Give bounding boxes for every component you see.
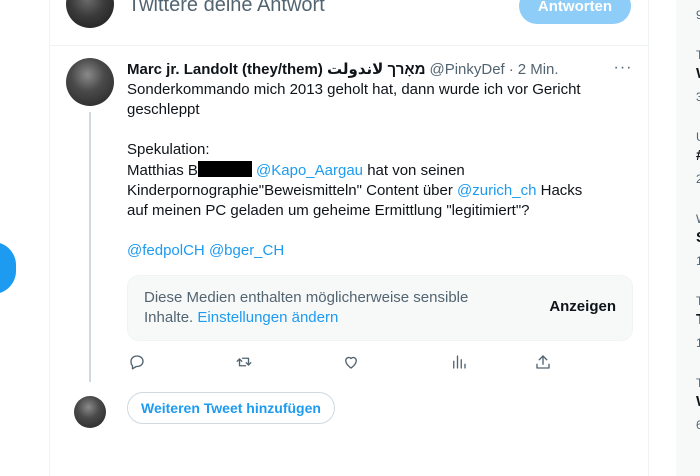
tweet-line: @fedpolCH @bger_CH — [127, 241, 607, 261]
trend-item[interactable]: # — [696, 147, 700, 164]
like-icon[interactable] — [341, 352, 361, 372]
add-tweet-button[interactable]: Weiteren Tweet hinzufügen — [127, 392, 335, 424]
redaction-bar — [197, 160, 252, 177]
text-span: hat von seinen — [363, 161, 465, 179]
settings-link[interactable]: Einstellungen ändern — [197, 309, 338, 326]
mention-link[interactable]: @fedpolCH — [127, 242, 205, 259]
author-avatar[interactable] — [66, 58, 114, 106]
sensitive-text: Diese Medien enthalten möglicherweise se… — [144, 288, 514, 328]
more-icon[interactable]: ··· — [613, 58, 633, 78]
thread-line — [89, 112, 91, 382]
trends-sidebar: 9 T W 3 U # 2 W S 1 T T 1 T W 6 — [676, 0, 700, 476]
trend-meta: T — [696, 376, 700, 390]
floating-action-button[interactable] — [0, 242, 16, 294]
tweet-line: Matthias B @Kapo_Aargau hat von seinen — [127, 160, 607, 181]
trend-meta: 1 — [696, 336, 700, 350]
trend-item[interactable]: T — [696, 311, 700, 328]
trend-meta: 2 — [696, 172, 700, 186]
trend-item[interactable]: W — [696, 393, 700, 410]
author-handle[interactable]: @PinkyDef — [429, 61, 504, 78]
trend-meta: T — [696, 294, 700, 308]
tweet-body: Marc jr. Landolt (they/them) מאָרך لاندو… — [127, 58, 633, 342]
avatar — [66, 0, 114, 28]
tweet-text: Sonderkommando mich 2013 geholt hat, dan… — [127, 80, 607, 261]
show-media-button[interactable]: Anzeigen — [549, 298, 616, 315]
tweet-header: Marc jr. Landolt (they/them) מאָרך لاندو… — [127, 58, 633, 80]
views-icon[interactable] — [449, 352, 469, 372]
trend-meta: 9 — [696, 8, 700, 22]
trend-meta: 6 — [696, 418, 700, 432]
tweet-line: Kinderpornographie"Beweismitteln" Conten… — [127, 181, 607, 221]
trend-meta: T — [696, 48, 700, 62]
timeline-column: Twittere deine Antwort Antworten Marc jr… — [49, 0, 649, 476]
trend-meta: W — [696, 212, 700, 226]
timestamp[interactable]: 2 Min. — [518, 61, 559, 78]
mention-link[interactable]: @zurich_ch — [457, 182, 536, 199]
author-name[interactable]: Marc jr. Landolt (they/them) מאָרך لاندو… — [127, 60, 425, 78]
reply-icon[interactable] — [127, 352, 147, 372]
sensitive-media-warning: Diese Medien enthalten möglicherweise se… — [127, 275, 633, 342]
tweet-line: Spekulation: — [127, 141, 210, 159]
tweet-actions — [127, 352, 557, 372]
trend-item[interactable]: W — [696, 65, 700, 82]
retweet-icon[interactable] — [234, 352, 254, 372]
trend-meta: U — [696, 130, 700, 144]
tweet-line: Sonderkommando mich 2013 geholt hat, dan… — [127, 81, 581, 119]
separator: · — [508, 60, 514, 78]
text-span: Kinderpornographie"Beweismitteln" Conten… — [127, 181, 458, 199]
text-span: Matthias B — [127, 161, 198, 179]
reply-button[interactable]: Antworten — [519, 0, 631, 24]
trend-item[interactable]: S — [696, 229, 700, 246]
mention-link[interactable]: @bger_CH — [209, 242, 284, 259]
avatar — [74, 396, 106, 428]
share-icon[interactable] — [533, 352, 553, 372]
add-tweet-row: Weiteren Tweet hinzufügen — [50, 392, 648, 432]
reply-composer: Twittere deine Antwort Antworten — [50, 0, 648, 46]
trend-meta: 1 — [696, 254, 700, 268]
trend-meta: 3 — [696, 90, 700, 104]
mention-link[interactable]: @Kapo_Aargau — [256, 162, 363, 179]
reply-input[interactable]: Twittere deine Antwort — [128, 0, 325, 17]
